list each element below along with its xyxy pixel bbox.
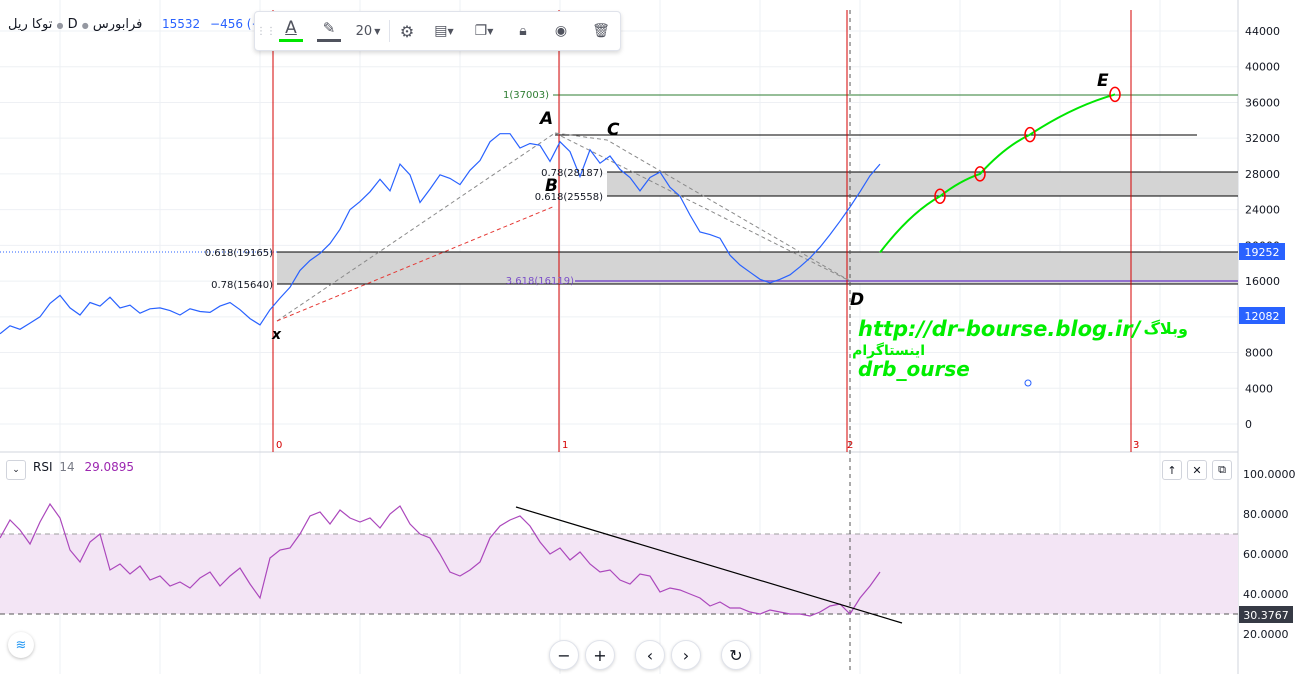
pencil-icon: ✎ [322,19,336,37]
legend-symbol: توکا ریل ● D ● فرابورس [8,17,143,32]
settings-button[interactable]: ⚙ [393,12,421,50]
minus-icon: − [557,645,571,665]
price-tick-label: 36000 [1245,96,1280,109]
anchor-dot[interactable] [1024,379,1032,387]
zoom-out-button[interactable]: − [549,640,579,670]
scroll-right-button[interactable]: › [671,640,701,670]
price-tick-label: 32000 [1245,132,1280,145]
point-x: x [271,327,282,343]
visibility-button[interactable]: ◉ [547,12,575,50]
price-tick-label: 0 [1245,418,1252,431]
time-marker-3: 3 [1133,440,1139,451]
rsi-tick-label: 100.0000 [1243,468,1295,481]
scroll-left-button[interactable]: ‹ [635,640,665,670]
line-color-swatch [317,39,341,42]
rsi-value: 29.0895 [84,460,135,474]
rsi-legend: RSI 14 29.0895 [33,460,134,474]
move-pane-up-button[interactable]: ↑ [1162,460,1182,480]
point-a: A [538,109,553,129]
eye-icon: ◉ [554,23,568,39]
drawing-toolbar: ⋮⋮ A ✎ 20 ▼ ⚙ ▤ ▼ ❐ ▼ 🔒︎ ◉ 🗑︎ [254,11,621,51]
arrow-up-icon: ↑ [1167,463,1177,477]
current-price-badge-text: 19252 [1245,246,1280,259]
text-color-swatch [279,39,303,42]
close-icon: ✕ [1192,463,1202,477]
layers-icon: ▤ [434,23,448,39]
reset-icon: ↻ [729,645,743,665]
reset-chart-button[interactable]: ↻ [721,640,751,670]
interval[interactable]: D [68,17,78,32]
watermark-handle: drb_ourse [858,357,970,381]
rsi-label: RSI [33,460,53,474]
rsi-band [0,534,1238,614]
last-price-badge-text: 12082 [1245,310,1280,323]
zoom-in-button[interactable]: + [585,640,615,670]
xabcd-pattern [276,132,851,322]
chevron-down-icon: ▼ [487,26,494,36]
point-b: B [545,176,558,196]
price-tick-label: 24000 [1245,204,1280,217]
time-marker-1: 1 [562,440,568,451]
delete-button[interactable]: 🗑︎ [587,12,615,50]
time-markers [272,10,1132,452]
chevron-right-icon: › [682,645,690,665]
fib-zone-mid [607,172,1238,196]
lock-icon: 🔒︎ [519,23,527,39]
point-d: D [850,290,864,310]
chevron-left-icon: ‹ [646,645,654,665]
point-e: E [1097,71,1109,91]
rsi-tick-label: 80.0000 [1243,508,1289,521]
drag-handle-icon[interactable]: ⋮⋮ [256,12,276,50]
toolbar-divider [389,20,390,42]
price-tick-label: 44000 [1245,25,1280,38]
fib-label-78-left: 0.78(15640) [211,280,273,291]
text-color-icon: A [285,18,297,38]
clone-icon: ❐ [474,23,488,39]
close-pane-button[interactable]: ✕ [1187,460,1207,480]
clone-button[interactable]: ❐ ▼ [467,12,501,50]
fib-label-target: 1(37003) [503,90,549,101]
font-size-select[interactable]: 20 ▼ [351,12,385,50]
rsi-tick-label: 60.0000 [1243,548,1289,561]
font-size-value: 20 [355,23,373,39]
price-tick-label: 8000 [1245,347,1273,360]
line-color-button[interactable]: ✎ [315,12,343,50]
tradingview-logo-icon[interactable]: ≋ [8,632,34,658]
plus-icon: + [593,645,607,665]
chevron-down-icon: ▼ [374,26,381,36]
fib-zone-left [277,252,1238,284]
exchange: فرابورس [92,17,143,32]
chevron-down-icon: ⌄ [12,465,20,475]
last-price: 15532 [162,17,201,31]
layers-button[interactable]: ▤ ▼ [427,12,461,50]
rsi-tick-label: 20.0000 [1243,628,1289,641]
price-line [0,133,881,335]
rsi-period: 14 [59,460,75,474]
symbol-name: توکا ریل [8,17,53,32]
rsi-tick-label: 40.0000 [1243,588,1289,601]
chart-canvas[interactable]: 0 1 2 3 0.618(19165) 0.78(15640) 0.78(28… [0,0,1295,674]
price-axis: 4400040000360003200028000240002000016000… [1245,25,1280,431]
chevron-down-icon: ▼ [447,26,454,36]
price-tick-label: 16000 [1245,275,1280,288]
watermark-weblog: وبلاگ [1144,319,1188,338]
fib-label-3618: 3.618(16119) [506,276,574,287]
rsi-value-badge-text: 30.3767 [1243,609,1289,622]
price-tick-label: 4000 [1245,382,1273,395]
point-c: C [607,120,620,140]
trash-icon: 🗑︎ [592,23,610,39]
watermark-url: http://dr-bourse.blog.ir/ [858,317,1143,341]
text-color-button[interactable]: A [277,12,305,50]
price-tick-label: 40000 [1245,61,1280,74]
gear-icon: ⚙ [399,21,415,41]
maximize-icon: ⧉ [1218,463,1226,476]
fib-label-618-left: 0.618(19165) [205,248,273,259]
collapse-button[interactable]: ⌄ [6,460,26,480]
lock-button[interactable]: 🔒︎ [509,12,537,50]
time-marker-0: 0 [276,440,282,451]
maximize-pane-button[interactable]: ⧉ [1212,460,1232,480]
price-tick-label: 28000 [1245,168,1280,181]
